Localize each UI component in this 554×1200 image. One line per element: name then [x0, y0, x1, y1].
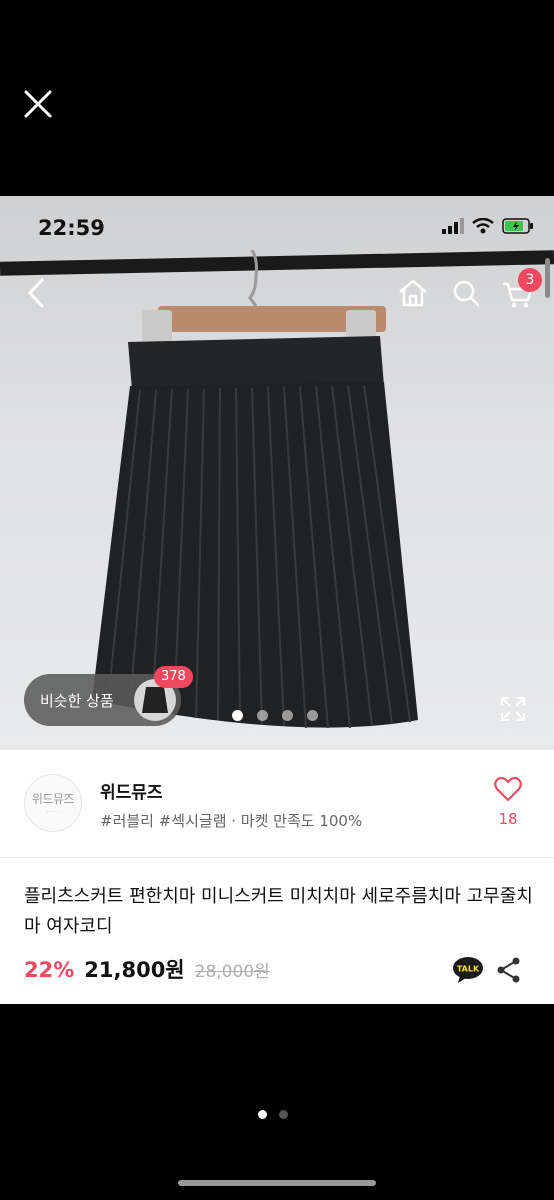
similar-products-label: 비슷한 상품 — [40, 691, 114, 710]
wifi-icon — [472, 218, 494, 234]
viewer-dot[interactable] — [258, 1110, 267, 1119]
original-price: 28,000원 — [194, 962, 270, 982]
like-count: 18 — [498, 810, 518, 828]
share-icon — [497, 957, 520, 983]
like-button[interactable]: 18 — [493, 776, 523, 828]
pagination-dot[interactable] — [257, 710, 268, 721]
battery-icon — [502, 218, 533, 234]
pagination-dot[interactable] — [307, 710, 318, 721]
home-button[interactable] — [396, 276, 430, 310]
share-button[interactable] — [496, 956, 522, 984]
similar-count-badge: 378 — [154, 666, 193, 688]
back-button[interactable] — [22, 276, 50, 310]
status-time: 22:59 — [38, 216, 105, 240]
shop-logo[interactable]: 위드뮤즈 · · · · — [24, 774, 82, 832]
close-button[interactable] — [22, 88, 54, 120]
discount-rate: 22% — [24, 958, 75, 982]
pagination-dot[interactable] — [282, 710, 293, 721]
search-icon — [453, 280, 480, 307]
product-photo[interactable]: 22:59 3 비슷한 상품 378 — [0, 196, 554, 750]
kakaotalk-button[interactable]: TALK — [452, 956, 484, 984]
expand-icon — [501, 697, 525, 721]
chevron-left-icon — [28, 278, 44, 308]
shop-logo-text: 위드뮤즈 — [31, 792, 75, 806]
signal-icon — [442, 218, 464, 234]
heart-icon — [494, 776, 522, 802]
close-icon — [24, 90, 52, 118]
shop-tags: #러블리 #섹시글램 · 마켓 만족도 100% — [100, 812, 363, 830]
sale-price: 21,800원 — [84, 958, 185, 982]
viewer-dot[interactable] — [279, 1110, 288, 1119]
talk-icon: TALK — [453, 957, 483, 983]
shop-logo-subtext: · · · · — [46, 809, 60, 816]
pagination-dot[interactable] — [232, 710, 243, 721]
product-title: 플리츠스커트 편한치마 미니스커트 미치치마 세로주름치마 고무줄치마 여자코디 — [24, 886, 533, 937]
scrollbar[interactable] — [545, 258, 550, 298]
screenshot-frame: 22:59 3 비슷한 상품 378 위드뮤즈 · · · · 위드뮤즈 #러블… — [0, 196, 554, 1004]
viewer-pagination — [258, 1110, 288, 1119]
skirt-image — [92, 250, 418, 729]
search-button[interactable] — [450, 276, 482, 310]
home-icon — [399, 279, 427, 307]
shop-name[interactable]: 위드뮤즈 — [100, 778, 163, 803]
image-pagination — [232, 710, 318, 721]
price-row: 22% 21,800원 28,000원 — [24, 954, 270, 984]
talk-label: TALK — [457, 965, 480, 974]
expand-button[interactable] — [500, 696, 526, 722]
status-icons — [442, 218, 534, 234]
home-indicator[interactable] — [178, 1180, 376, 1186]
cart-badge: 3 — [518, 268, 542, 292]
shop-info[interactable]: 위드뮤즈 · · · · 위드뮤즈 #러블리 #섹시글램 · 마켓 만족도 10… — [0, 750, 554, 858]
